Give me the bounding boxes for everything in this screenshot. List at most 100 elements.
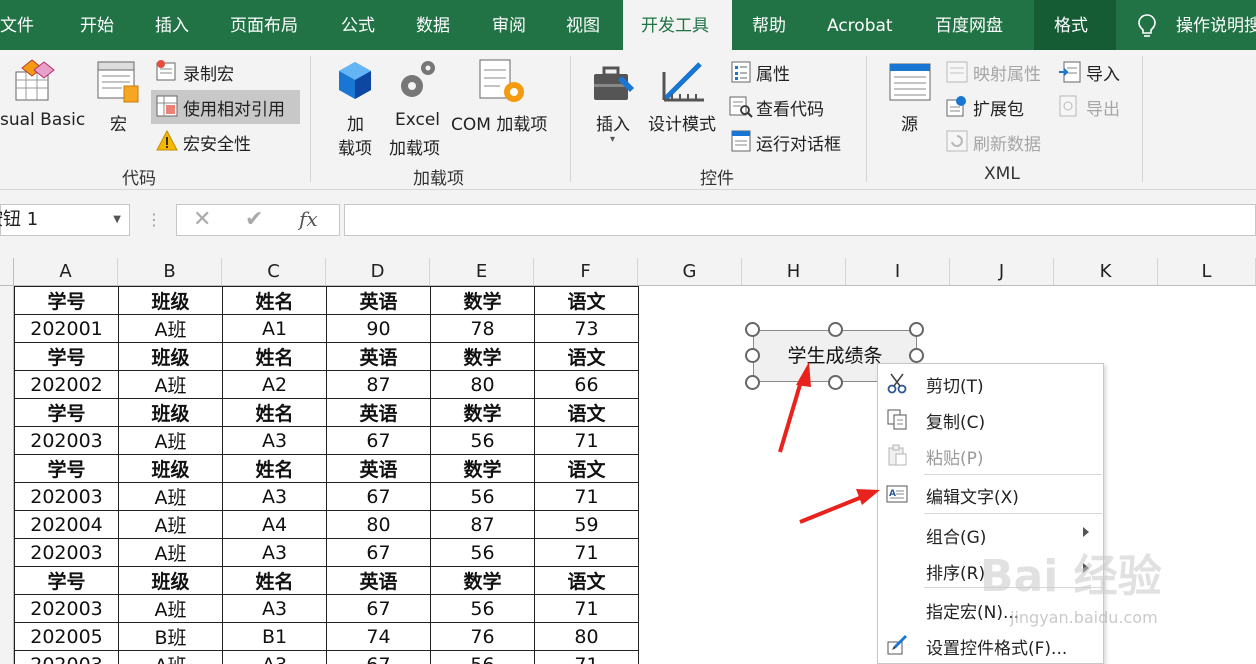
formula-input[interactable]: [344, 204, 1256, 236]
cell[interactable]: 71: [534, 482, 639, 511]
cell[interactable]: 班级: [118, 454, 223, 483]
lightbulb-icon[interactable]: [1138, 14, 1156, 38]
tab-page-layout[interactable]: 页面布局: [230, 0, 298, 50]
column-header[interactable]: E: [430, 258, 534, 286]
addins-label-line1[interactable]: 加: [347, 110, 364, 135]
cell[interactable]: 59: [534, 510, 639, 539]
cell[interactable]: 数学: [430, 286, 535, 315]
cell[interactable]: 英语: [326, 398, 431, 427]
cell[interactable]: A4: [222, 510, 327, 539]
insert-control-toolbox-icon[interactable]: [592, 62, 638, 104]
cell[interactable]: 数学: [430, 566, 535, 595]
column-header[interactable]: F: [534, 258, 638, 286]
cell[interactable]: A班: [118, 538, 223, 567]
cell[interactable]: A3: [222, 650, 327, 664]
tab-format[interactable]: 格式: [1034, 0, 1116, 50]
cell[interactable]: B班: [118, 622, 223, 651]
cell[interactable]: 班级: [118, 398, 223, 427]
tab-developer[interactable]: 开发工具: [623, 0, 732, 50]
cell[interactable]: 87: [430, 510, 535, 539]
cell[interactable]: 202004: [14, 510, 119, 539]
chevron-down-icon[interactable]: ▼: [113, 205, 121, 235]
cell[interactable]: 语文: [534, 566, 639, 595]
excel-addins-gear-icon[interactable]: [396, 58, 438, 104]
properties-icon[interactable]: [731, 61, 751, 83]
select-all-corner[interactable]: [0, 258, 14, 286]
tab-baidu-netdisk[interactable]: 百度网盘: [935, 0, 1003, 50]
macros-label[interactable]: 宏: [110, 110, 127, 135]
cell[interactable]: 英语: [326, 566, 431, 595]
cell[interactable]: 班级: [118, 342, 223, 371]
menu-item-format-control[interactable]: 设置控件格式(F)...: [878, 628, 1103, 662]
cell[interactable]: 202003: [14, 426, 119, 455]
cell[interactable]: 78: [430, 314, 535, 343]
com-addins-icon[interactable]: [478, 58, 528, 106]
expansion-pack-icon[interactable]: [946, 95, 968, 117]
cell[interactable]: A班: [118, 314, 223, 343]
enter-icon[interactable]: ✔: [245, 207, 263, 232]
insert-control-label[interactable]: 插入: [596, 110, 630, 135]
record-macro-icon[interactable]: [156, 60, 178, 82]
resize-handle[interactable]: [828, 375, 843, 390]
cell[interactable]: A3: [222, 482, 327, 511]
addins-cube-icon[interactable]: [335, 60, 375, 102]
cell[interactable]: A班: [118, 426, 223, 455]
tab-data[interactable]: 数据: [416, 0, 450, 50]
tab-acrobat[interactable]: Acrobat: [827, 0, 893, 50]
resize-handle[interactable]: [909, 348, 924, 363]
cell[interactable]: 英语: [326, 454, 431, 483]
cell[interactable]: 英语: [326, 286, 431, 315]
cell[interactable]: 87: [326, 370, 431, 399]
visual-basic-label[interactable]: sual Basic: [0, 110, 85, 130]
tab-formulas[interactable]: 公式: [341, 0, 375, 50]
run-dialog-icon[interactable]: [731, 130, 751, 152]
cell[interactable]: 67: [326, 538, 431, 567]
xml-import-icon[interactable]: [1058, 61, 1082, 83]
relative-reference-icon[interactable]: [156, 95, 178, 117]
cell[interactable]: 67: [326, 594, 431, 623]
cell[interactable]: 71: [534, 650, 639, 664]
column-header[interactable]: B: [118, 258, 222, 286]
xml-source-label[interactable]: 源: [901, 110, 918, 135]
cell[interactable]: 73: [534, 314, 639, 343]
cell[interactable]: A班: [118, 370, 223, 399]
cell[interactable]: 姓名: [222, 454, 327, 483]
column-header[interactable]: H: [742, 258, 846, 286]
cell[interactable]: 学号: [14, 286, 119, 315]
cell[interactable]: 202003: [14, 650, 119, 664]
column-header[interactable]: G: [638, 258, 742, 286]
relative-reference-label[interactable]: 使用相对引用: [183, 95, 285, 120]
menu-item-copy[interactable]: 复制(C): [878, 402, 1103, 436]
view-code-icon[interactable]: [729, 96, 753, 118]
cell[interactable]: 56: [430, 594, 535, 623]
column-header[interactable]: J: [950, 258, 1054, 286]
menu-item-edit-text[interactable]: A 编辑文字(X): [878, 477, 1103, 511]
cell[interactable]: 英语: [326, 342, 431, 371]
cell[interactable]: A班: [118, 482, 223, 511]
cell[interactable]: 56: [430, 650, 535, 664]
cell[interactable]: B1: [222, 622, 327, 651]
cell[interactable]: 202003: [14, 482, 119, 511]
drag-handle-icon[interactable]: ⋮: [146, 210, 162, 229]
cell[interactable]: 学号: [14, 342, 119, 371]
cell[interactable]: 56: [430, 538, 535, 567]
cell[interactable]: A1: [222, 314, 327, 343]
excel-addins-label-line2[interactable]: 加载项: [389, 134, 440, 159]
column-header[interactable]: I: [846, 258, 950, 286]
cell[interactable]: A班: [118, 510, 223, 539]
design-mode-label[interactable]: 设计模式: [648, 110, 716, 135]
cell[interactable]: 202001: [14, 314, 119, 343]
macro-security-label[interactable]: 宏安全性: [183, 130, 251, 155]
cell[interactable]: 80: [430, 370, 535, 399]
cell[interactable]: 姓名: [222, 566, 327, 595]
cell[interactable]: 语文: [534, 454, 639, 483]
cell[interactable]: 90: [326, 314, 431, 343]
cell[interactable]: 202003: [14, 594, 119, 623]
resize-handle[interactable]: [745, 348, 760, 363]
chevron-down-icon[interactable]: ▾: [610, 134, 615, 145]
name-box[interactable]: 按钮 1 ▼: [0, 204, 130, 236]
properties-label[interactable]: 属性: [756, 60, 790, 85]
tab-home[interactable]: 开始: [80, 0, 114, 50]
cell[interactable]: 数学: [430, 398, 535, 427]
design-mode-icon[interactable]: [660, 60, 708, 106]
